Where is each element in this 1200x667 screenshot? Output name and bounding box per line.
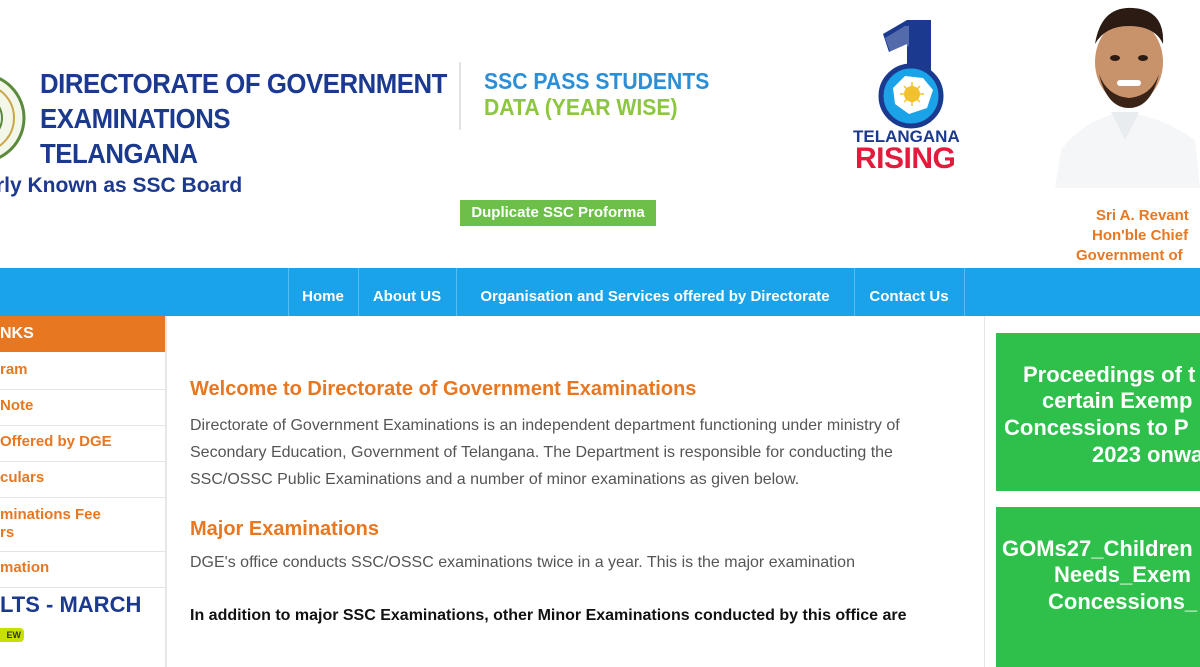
intro-paragraph: Directorate of Government Examinations i… [190,417,900,488]
site-header: DIRECTORATE OF GOVERNMENT EXAMINATIONS T… [0,0,1200,268]
chief-minister-photo [1055,0,1200,188]
goms27-line2: Needs_Exem [1054,562,1191,587]
header-divider [459,62,461,130]
new-badge: EW [0,628,24,642]
minor-examinations-paragraph: In addition to major SSC Examinations, o… [190,607,907,624]
goms27-line3: Concessions_ [1048,589,1198,614]
sidebar-item-information[interactable]: mation [0,552,165,588]
org-title: DIRECTORATE OF GOVERNMENT EXAMINATIONS T… [40,66,447,171]
rising-text-line2: RISING [855,142,956,175]
main-content-border [984,316,985,667]
proceedings-exemptions-link[interactable]: Proceedings of t certain Exemp Concessio… [996,333,1200,491]
sidebar-item-examinations-fee-line2: rs [0,524,15,541]
telangana-emblem-icon [0,77,26,159]
ssc-pass-line1: SSC PASS STUDENTS [484,68,710,94]
proceedings-line4: 2023 onwa [1092,442,1200,467]
sidebar-item-note[interactable]: Note [0,390,165,426]
nav-item-organisation-services[interactable]: Organisation and Services offered by Dir… [456,268,854,316]
nav-item-contact-us[interactable]: Contact Us [854,268,964,316]
chief-minister-caption: Sri A. Revant Hon'ble Chief Government o… [1076,206,1200,266]
welcome-heading: Welcome to Directorate of Government Exa… [190,378,697,400]
nav-item-about-us[interactable]: About US [358,268,456,316]
goms27-line1: GOMs27_Children [1002,536,1193,561]
sidebar-item-programme[interactable]: ram [0,354,165,390]
org-title-line2: EXAMINATIONS [40,103,231,134]
nav-item-home[interactable]: Home [288,268,358,316]
proceedings-line1: Proceedings of t [1023,362,1196,387]
org-title-line1: DIRECTORATE OF GOVERNMENT [40,68,447,99]
formerly-known-text: rly Known as SSC Board [0,174,243,197]
sidebar-item-circulars[interactable]: culars [0,462,165,498]
main-navigation: Home About US Organisation and Services … [0,268,1200,316]
cm-govt: Government of [1076,247,1183,264]
nav-separator [964,268,965,316]
sidebar-item-services-offered[interactable]: Offered by DGE [0,426,165,462]
quick-links-sidebar: NKS ram Note Offered by DGE culars minat… [0,316,167,667]
major-examinations-heading: Major Examinations [190,518,379,540]
sidebar-results-link[interactable]: LTS - MARCH [0,592,141,618]
sidebar-item-examinations-fee[interactable]: minations Fee rs [0,498,165,552]
org-title-line3: TELANGANA [40,138,198,169]
proceedings-line2: certain Exemp [1042,388,1193,413]
quick-links-heading: NKS [0,316,165,352]
sidebar-item-examinations-fee-line1: minations Fee [0,506,101,523]
cm-name: Sri A. Revant [1096,207,1189,224]
goms27-children-link[interactable]: GOMs27_Children Needs_Exem Concessions_ [996,507,1200,667]
ssc-pass-line2: DATA (YEAR WISE) [484,94,678,120]
duplicate-ssc-proforma-button[interactable]: Duplicate SSC Proforma [460,200,656,226]
ssc-pass-students-link[interactable]: SSC PASS STUDENTS DATA (YEAR WISE) [484,68,709,120]
major-examinations-paragraph: DGE's office conducts SSC/OSSC examinati… [190,554,855,571]
cm-title: Hon'ble Chief [1092,227,1189,244]
proceedings-line3: Concessions to P [1004,415,1189,440]
